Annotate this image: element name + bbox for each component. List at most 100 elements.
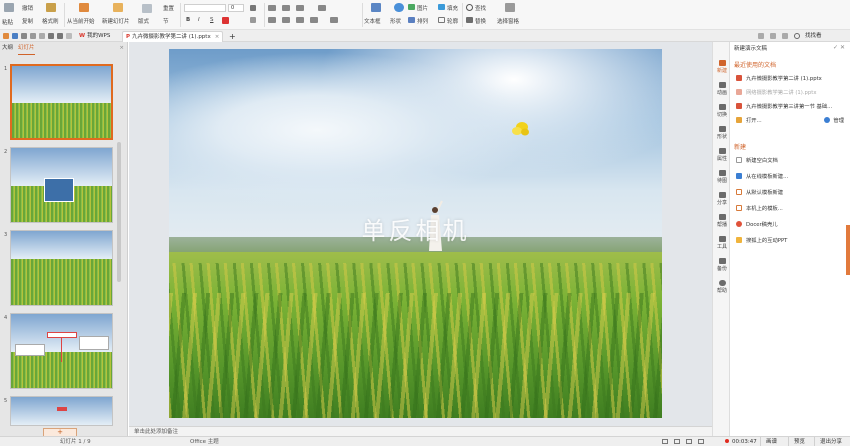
redo-icon[interactable] [57, 33, 63, 39]
paste-icon[interactable] [4, 3, 14, 12]
arrange-icon[interactable] [408, 17, 415, 23]
tab-my-wps[interactable]: W 我的WPS [76, 31, 113, 42]
record-button[interactable]: 画谱 [760, 437, 782, 446]
fill-button[interactable]: 填充 [447, 4, 458, 12]
app-menu-icon[interactable] [3, 33, 9, 39]
slides-scrollbar[interactable] [117, 142, 121, 282]
font-size-select[interactable]: 0 [228, 4, 244, 12]
textbox-button[interactable]: 文本框 [364, 17, 381, 25]
preview-button[interactable]: 预览 [788, 437, 810, 446]
shape-icon[interactable] [394, 3, 404, 12]
slide-thumbnail[interactable] [10, 230, 113, 306]
tab-slides[interactable]: 幻灯片 [18, 42, 35, 55]
line-spacing-icon[interactable] [318, 5, 326, 11]
bold-button[interactable]: B [186, 17, 190, 23]
layout-icon[interactable] [142, 4, 152, 13]
font-grow-icon[interactable] [250, 5, 256, 11]
section-button[interactable]: 节 [163, 17, 169, 25]
textbox-icon[interactable] [371, 3, 381, 12]
close-panel-icon[interactable]: × [119, 42, 124, 54]
rail-item-help[interactable]: 帮助 [713, 280, 731, 294]
find-button[interactable]: 查找 [475, 4, 486, 12]
reset-button[interactable]: 重置 [163, 4, 174, 12]
slideshow-view-icon[interactable] [698, 439, 704, 444]
rail-item-share[interactable]: 分享 [713, 192, 731, 206]
rail-item-backup[interactable]: 备份 [713, 258, 731, 272]
slide-thumbnail[interactable] [10, 396, 113, 426]
slide-title[interactable]: 单反相机 [169, 211, 662, 246]
new-online-template-item[interactable]: 从在线模板新建... [736, 172, 848, 180]
pane-pin-close-icon[interactable]: ✓ ✕ [833, 44, 845, 51]
image-button[interactable]: 图片 [417, 4, 428, 12]
normal-view-icon[interactable] [662, 439, 668, 444]
rail-item-broadcast[interactable]: 帮播 [713, 214, 731, 228]
slide-thumbnail[interactable] [10, 147, 113, 223]
indent-icon[interactable] [296, 5, 304, 11]
layout-button[interactable]: 版式 [138, 17, 149, 25]
rail-item-transition[interactable]: 切换 [713, 104, 731, 118]
outline-button[interactable]: 轮廓 [447, 17, 458, 25]
play-from-current-icon[interactable] [79, 3, 89, 12]
account-icon[interactable] [758, 33, 764, 39]
recording-timer[interactable]: 00:03:47 [720, 437, 762, 446]
task-pane-title[interactable]: 新建演示文稿 [734, 44, 767, 52]
export-icon[interactable] [39, 33, 45, 39]
numbering-icon[interactable] [282, 5, 290, 11]
exit-share-button[interactable]: 退出分享 [814, 437, 847, 446]
new-slide-icon[interactable] [113, 3, 123, 12]
search-field[interactable]: 找找看 [802, 31, 825, 42]
recent-file-item[interactable]: 九卉微摄影教学第二讲 (1).pptx [736, 74, 848, 82]
open-file-item[interactable]: 打开... [736, 116, 796, 124]
current-slide[interactable]: 单反相机 [169, 49, 662, 418]
clear-format-icon[interactable] [250, 17, 256, 23]
arrange-button[interactable]: 排列 [417, 17, 428, 25]
undo-button[interactable]: 撤销 [22, 4, 33, 12]
justify-icon[interactable] [310, 17, 318, 23]
font-name-select[interactable] [184, 4, 226, 12]
slide-thumbnail[interactable] [10, 64, 113, 140]
shape-button[interactable]: 形状 [390, 17, 401, 25]
replace-button[interactable]: 替换 [475, 17, 486, 25]
recent-file-item[interactable]: 网络摄影教学第二讲 (1).pptx [736, 88, 848, 96]
tab-document[interactable]: P 九卉微摄影教学第二讲 (1).pptx × [122, 31, 224, 42]
select-pane-button[interactable]: 选择窗格 [497, 17, 519, 25]
customize-icon[interactable] [66, 33, 72, 39]
recent-file-item[interactable]: 九卉微摄影教学第三讲第一节 基础... [736, 102, 848, 110]
rail-item-tools[interactable]: 工具 [713, 236, 731, 250]
text-direction-icon[interactable] [330, 17, 338, 23]
align-left-icon[interactable] [268, 17, 276, 23]
slide-sorter-icon[interactable] [674, 439, 680, 444]
print-icon[interactable] [21, 33, 27, 39]
fill-icon[interactable] [438, 4, 445, 10]
add-tab-button[interactable]: + [226, 31, 239, 42]
bullets-icon[interactable] [268, 5, 276, 11]
skin-icon[interactable] [782, 33, 788, 39]
manage-button[interactable]: 管理 [824, 116, 844, 124]
rail-item-new[interactable]: 新建 [713, 60, 731, 74]
play-from-current-button[interactable]: 从当前开始 [67, 17, 95, 25]
tab-outline[interactable]: 大纲 [2, 42, 13, 54]
copy-button[interactable]: 复制 [22, 17, 33, 25]
preview-icon[interactable] [30, 33, 36, 39]
local-template-item[interactable]: 本机上的模板... [736, 204, 848, 212]
pane-edge-handle[interactable] [846, 225, 850, 275]
rail-item-animation[interactable]: 动画 [713, 82, 731, 96]
search-icon[interactable] [794, 33, 800, 39]
align-right-icon[interactable] [296, 17, 304, 23]
docer-item[interactable]: Docer稿壳儿 [736, 220, 848, 228]
new-default-template-item[interactable]: 从默认模板新建 [736, 188, 848, 196]
undo-icon[interactable] [48, 33, 54, 39]
close-tab-icon[interactable]: × [215, 34, 220, 40]
rail-item-images[interactable]: 待图 [713, 170, 731, 184]
align-center-icon[interactable] [282, 17, 290, 23]
rail-item-properties[interactable]: 属性 [713, 148, 731, 162]
find-icon[interactable] [466, 4, 473, 11]
outline-icon[interactable] [438, 17, 445, 23]
select-pane-icon[interactable] [505, 3, 515, 12]
new-blank-item[interactable]: 新建空白文档 [736, 156, 848, 164]
replace-icon[interactable] [466, 17, 473, 23]
image-icon[interactable] [408, 4, 415, 10]
settings-icon[interactable] [770, 33, 776, 39]
rail-item-shape[interactable]: 形状 [713, 126, 731, 140]
format-painter-button[interactable]: 格式刷 [42, 17, 59, 25]
